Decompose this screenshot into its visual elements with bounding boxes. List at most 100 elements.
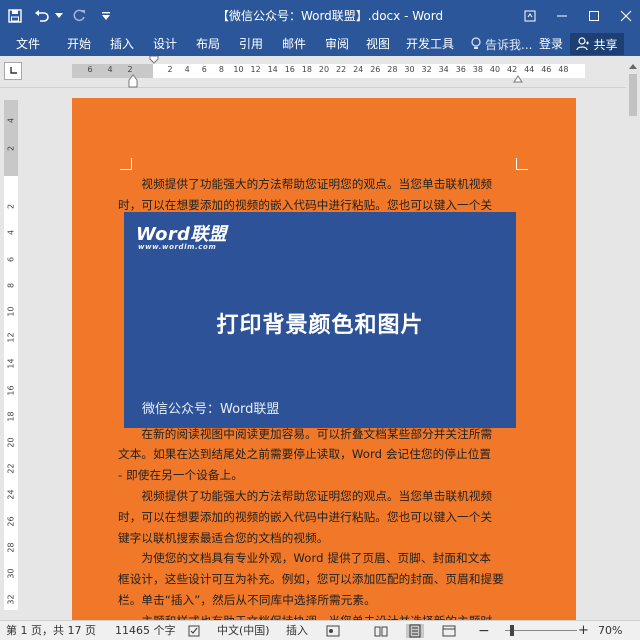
- tab-home[interactable]: 开始: [67, 32, 91, 56]
- ruler-tick-label: 8: [218, 65, 224, 74]
- ruler-tick-label: 4: [107, 65, 113, 74]
- vruler-tick-label: 2: [6, 204, 16, 210]
- tab-layout[interactable]: 布局: [196, 32, 220, 56]
- word-count[interactable]: 11465 个字: [115, 621, 176, 640]
- minimize-button[interactable]: [548, 0, 576, 32]
- document-line[interactable]: 键字以联机搜索最适合您的文档的视频。: [118, 530, 530, 546]
- ruler-tick-label: 28: [387, 65, 398, 74]
- print-layout-icon[interactable]: [406, 624, 424, 638]
- document-line[interactable]: 视频提供了功能强大的方法帮助您证明您的观点。当您单击联机视频: [118, 176, 530, 192]
- first-line-indent-marker[interactable]: [149, 56, 159, 64]
- vertical-ruler[interactable]: 4 2 2 4 6 8 10 12 14 16 18 20 22 24 26 28 30 32: [4, 100, 18, 610]
- left-tab-icon: [10, 67, 17, 74]
- scroll-up-icon[interactable]: [629, 63, 637, 69]
- ruler-tick-label: 12: [250, 65, 261, 74]
- close-button[interactable]: [612, 0, 640, 32]
- insert-mode-indicator[interactable]: 插入: [286, 621, 308, 640]
- login-link[interactable]: 登录: [539, 32, 563, 56]
- tab-design[interactable]: 设计: [153, 32, 177, 56]
- tab-insert[interactable]: 插入: [110, 32, 134, 56]
- vruler-tick-label: 12: [6, 332, 16, 343]
- tell-me-search[interactable]: 告诉我...: [470, 32, 532, 56]
- ribbon-tabs: 文件 开始 插入 设计 布局 引用 邮件 审阅 视图 开发工具 告诉我... 登…: [0, 32, 640, 56]
- tab-selector-button[interactable]: [4, 62, 22, 80]
- document-line[interactable]: - 即使在另一个设备上。: [118, 467, 530, 483]
- tab-mailings[interactable]: 邮件: [282, 32, 306, 56]
- vertical-ruler-margin: [4, 100, 18, 176]
- tab-references[interactable]: 引用: [239, 32, 263, 56]
- tab-review[interactable]: 审阅: [325, 32, 349, 56]
- ruler-tick-label: 38: [472, 65, 483, 74]
- undo-button[interactable]: [30, 4, 54, 28]
- left-indent-marker[interactable]: [128, 74, 138, 88]
- vruler-tick-label: 4: [6, 117, 16, 124]
- document-line[interactable]: 文本。如果在达到结尾处之前需要停止读取，Word 会记住您的停止位置: [118, 446, 530, 462]
- read-mode-icon[interactable]: [374, 624, 388, 638]
- vruler-tick-label: 30: [6, 568, 16, 579]
- window-controls: [512, 0, 640, 32]
- window-title: 【微信公众号：Word联盟】.docx - Word: [216, 9, 444, 23]
- share-label: 共享: [593, 37, 618, 52]
- undo-icon: [35, 10, 49, 22]
- ruler-tick-label: 10: [233, 65, 244, 74]
- banner-footer: 微信公众号：Word联盟: [142, 402, 280, 417]
- macro-record-icon[interactable]: [326, 624, 340, 638]
- vertical-scrollbar[interactable]: [626, 60, 640, 620]
- tab-file[interactable]: 文件: [16, 32, 40, 56]
- lightbulb-icon: [471, 37, 481, 49]
- page-count[interactable]: 第 1 页，共 17 页: [6, 621, 96, 640]
- scrollbar-thumb[interactable]: [629, 74, 637, 116]
- ruler-tick-label: 2: [167, 65, 173, 74]
- ruler-tick-label: 6: [201, 65, 207, 74]
- ruler-tick-label: 34: [438, 65, 449, 74]
- banner-title: 打印背景颜色和图片: [216, 313, 424, 338]
- document-line[interactable]: 框设计，这些设计可互为补充。例如，您可以添加匹配的封面、页眉和提要: [118, 571, 530, 587]
- proofing-icon[interactable]: [188, 624, 202, 638]
- document-line[interactable]: 栏。单击“插入”，然后从不同库中选择所需元素。: [118, 592, 530, 608]
- ribbon-display-options-button[interactable]: [516, 0, 544, 32]
- vruler-tick-label: 22: [6, 463, 16, 474]
- ruler-tick-label: 32: [421, 65, 432, 74]
- minimize-icon: [557, 15, 567, 17]
- document-line[interactable]: 视频提供了功能强大的方法帮助您证明您的观点。当您单击联机视频: [118, 488, 530, 504]
- tab-developer[interactable]: 开发工具: [406, 32, 454, 56]
- zoom-in-button[interactable]: +: [578, 621, 589, 640]
- vruler-tick-label: 10: [6, 306, 16, 317]
- ruler-tick-label: 42: [507, 65, 518, 74]
- vruler-tick-label: 8: [6, 282, 16, 288]
- ruler-tick-label: 14: [267, 65, 278, 74]
- zoom-out-button[interactable]: −: [478, 621, 490, 640]
- zoom-slider[interactable]: [505, 630, 577, 631]
- zoom-slider-thumb[interactable]: [510, 625, 514, 636]
- customize-qat-button[interactable]: [94, 4, 118, 28]
- ruler-tick-label: 20: [318, 65, 330, 74]
- customize-icon: [102, 12, 110, 20]
- tell-me-label: 告诉我...: [485, 37, 533, 52]
- document-line[interactable]: 为使您的文档具有专业外观，Word 提供了页眉、页脚、封面和文本: [118, 550, 530, 566]
- tab-view[interactable]: 视图: [366, 32, 390, 56]
- ruler-tick-label: 40: [489, 65, 501, 74]
- ruler-tick-label: 24: [353, 65, 364, 74]
- vruler-tick-label: 14: [6, 358, 16, 369]
- language-indicator[interactable]: 中文(中国): [217, 621, 270, 640]
- maximize-button[interactable]: [580, 0, 608, 32]
- ruler-tick-label: 48: [558, 65, 569, 74]
- document-line[interactable]: 时，可以在想要添加的视频的嵌入代码中进行粘贴。您也可以键入一个关: [118, 197, 530, 213]
- redo-button[interactable]: [67, 4, 91, 28]
- horizontal-ruler[interactable]: 6 4 2 2 4 6 8 10 12 14 16 18 20 22 24 26 28 30 32 34 36 38 40 4…: [72, 64, 585, 78]
- close-icon: [620, 10, 632, 22]
- brand-url: www.wordlm.com: [138, 243, 217, 251]
- ruler-tick-label: 18: [301, 65, 312, 74]
- save-button[interactable]: [3, 4, 27, 28]
- right-indent-marker[interactable]: [513, 74, 523, 84]
- title-bar: 【微信公众号：Word联盟】.docx - Word: [0, 0, 640, 32]
- vruler-tick-label: 32: [6, 594, 16, 605]
- save-icon: [8, 9, 22, 23]
- ruler-tick-label: 6: [87, 65, 93, 74]
- zoom-level[interactable]: 70%: [598, 621, 622, 640]
- document-line[interactable]: 时，可以在想要添加的视频的嵌入代码中进行粘贴。您也可以键入一个关: [118, 509, 530, 525]
- ribbon-display-icon: [524, 10, 536, 22]
- share-button[interactable]: 共享: [570, 33, 624, 55]
- web-layout-icon[interactable]: [442, 624, 456, 638]
- undo-dropdown[interactable]: [54, 4, 64, 28]
